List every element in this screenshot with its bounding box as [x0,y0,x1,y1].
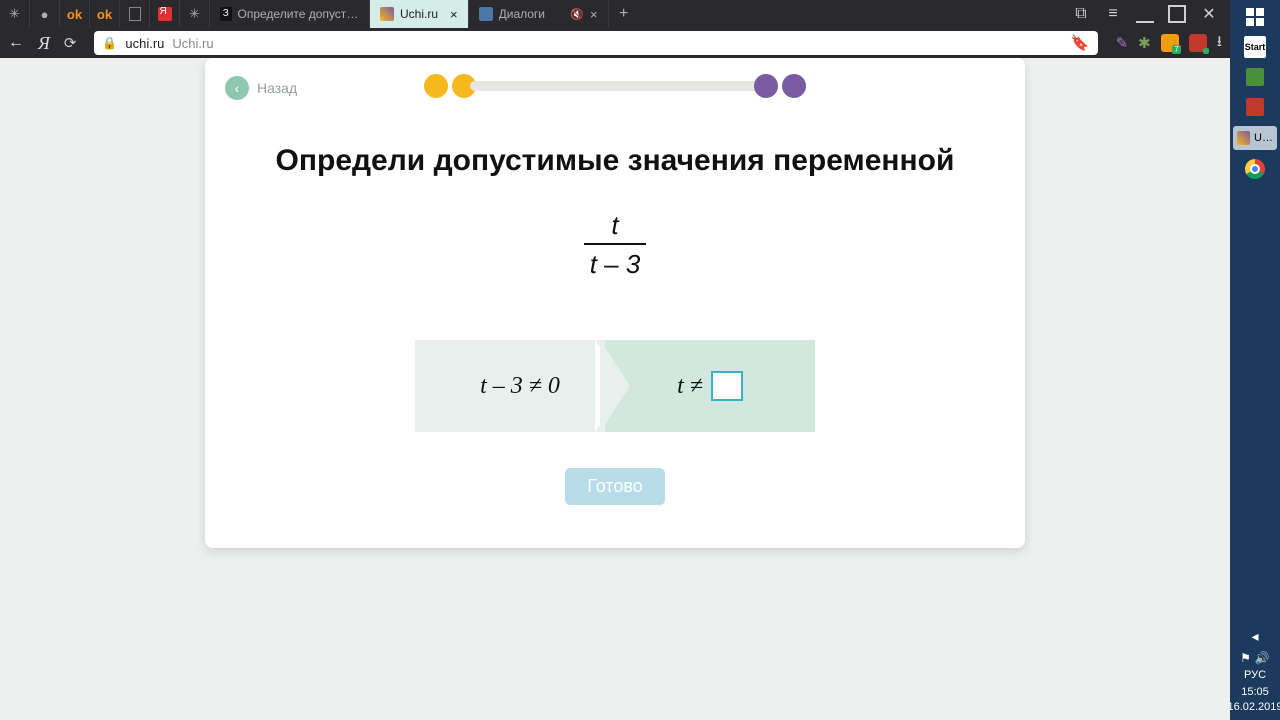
extension-badge-7-icon[interactable] [1161,34,1179,52]
znanija-icon: З [220,7,232,21]
tab-pinned-ok-1[interactable]: ok [60,0,90,28]
browser-tabstrip: ✳ ● ok ok ✳ З Определите допустимые з Uc… [0,0,1230,28]
done-button[interactable]: Готово [565,468,665,505]
taskbar-active-window[interactable]: U… [1233,126,1277,150]
downloads-icon[interactable]: ⭳ [1217,31,1222,56]
tab-uchi-active[interactable]: Uchi.ru × [370,0,469,28]
windows-taskbar: Start U… ◂ ⚑ 🔊 РУС 15:05 16.02.2019 [1230,0,1280,720]
taskbar-chrome[interactable] [1244,158,1266,180]
close-tab-icon[interactable]: × [590,7,598,22]
fraction-display: t t – 3 [584,210,647,280]
back-chevron-icon: ‹ [225,76,249,100]
tab-dialogs[interactable]: Диалоги 🔇 × [469,0,609,28]
vk-icon [479,7,493,21]
extension-red-icon[interactable] [1189,34,1207,52]
taskbar-app-red[interactable] [1244,96,1266,118]
exercise-card: ‹ Назад Определи допустимые значения пер… [205,58,1025,548]
tab-label: Диалоги [499,7,545,21]
start-button[interactable] [1244,6,1266,28]
extension-atom-icon[interactable]: ✱ [1138,34,1151,52]
uchi-icon [1237,131,1250,145]
progress-bar [470,81,760,91]
tab-label: Uchi.ru [400,7,438,21]
progress-indicator [424,74,806,98]
step-condition: t – 3 ≠ 0 [415,340,625,432]
back-label: Назад [257,80,297,96]
yandex-home-icon[interactable]: Я [38,33,50,54]
system-clock[interactable]: 15:05 16.02.2019 [1227,685,1280,714]
step-answer-prefix: t ≠ [677,373,703,400]
extension-feather-icon[interactable]: ✎ [1116,34,1129,52]
tray-flag-icon[interactable]: ⚑ [1240,651,1251,665]
back-button[interactable]: ‹ Назад [225,76,297,100]
tab-znanija[interactable]: З Определите допустимые з [210,0,370,28]
bookmark-icon[interactable]: 🔖 [1071,34,1090,52]
taskbar-label: U… [1254,132,1273,144]
extensions-icon[interactable]: ⧉ [1072,5,1090,23]
progress-dot [424,74,448,98]
mute-icon[interactable]: 🔇 [570,8,584,21]
tab-pinned-ok-2[interactable]: ok [90,0,120,28]
step-condition-expr: t – 3 ≠ 0 [480,373,560,400]
step-panel: t – 3 ≠ 0 t ≠ [415,340,815,432]
taskbar-app-pictures[interactable] [1244,66,1266,88]
maximize-window-icon[interactable] [1168,5,1186,23]
tab-pinned-2[interactable]: ● [30,0,60,28]
reload-icon[interactable]: ⟳ [64,34,77,52]
progress-dot [754,74,778,98]
step-answer: t ≠ [605,340,815,432]
minimize-window-icon[interactable] [1136,5,1154,23]
fraction-denominator: t – 3 [584,243,647,280]
page-viewport: ‹ Назад Определи допустимые значения пер… [0,58,1230,720]
back-nav-icon[interactable]: ← [8,34,24,52]
progress-dot [782,74,806,98]
keyboard-language[interactable]: РУС [1244,669,1266,681]
uchi-icon [380,7,394,21]
close-tab-icon[interactable]: × [450,7,458,22]
browser-addressbar: ← Я ⟳ 🔒 uchi.ru Uchi.ru 🔖 ✎ ✱ ⭳ [0,28,1230,58]
fraction-numerator: t [605,210,624,243]
tab-pinned-1[interactable]: ✳ [0,0,30,28]
new-tab-button[interactable]: + [609,0,639,28]
url-path: Uchi.ru [172,36,213,51]
address-input[interactable]: 🔒 uchi.ru Uchi.ru 🔖 [94,31,1097,55]
tab-pinned-doc[interactable] [120,0,150,28]
answer-input[interactable] [711,371,743,401]
tab-pinned-yandex[interactable] [150,0,180,28]
lock-icon: 🔒 [102,36,117,50]
taskbar-app-start[interactable]: Start [1244,36,1266,58]
url-domain: uchi.ru [125,36,164,51]
tab-label: Определите допустимые з [238,7,360,21]
exercise-heading: Определи допустимые значения переменной [225,144,1005,178]
tray-volume-icon[interactable]: 🔊 [1255,651,1270,665]
tray-expand-icon[interactable]: ◂ [1244,625,1266,647]
tab-pinned-3[interactable]: ✳ [180,0,210,28]
close-window-icon[interactable]: ✕ [1200,5,1218,23]
menu-icon[interactable]: ≡ [1104,5,1122,23]
